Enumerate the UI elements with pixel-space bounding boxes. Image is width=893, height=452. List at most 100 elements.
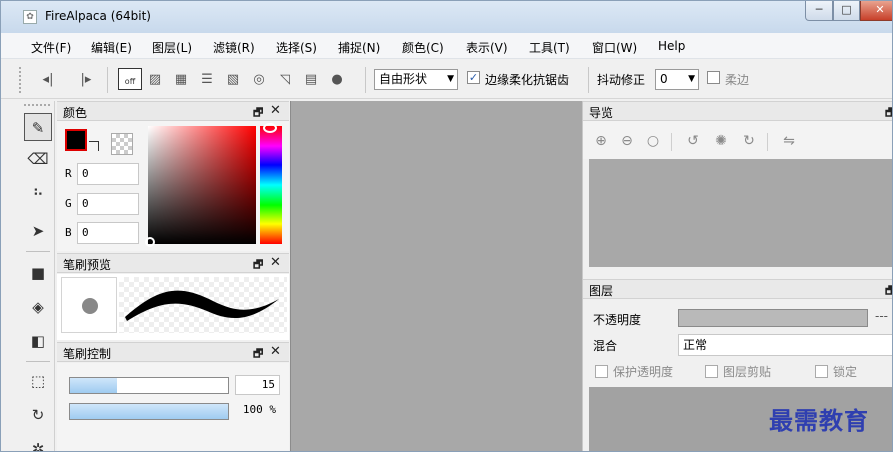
gradient-icon[interactable]: ◧ <box>24 327 52 355</box>
menu-help[interactable]: Help <box>658 39 685 53</box>
flip-horizontal-icon[interactable]: ⇋ <box>779 131 799 151</box>
dot-pen-icon[interactable]: ⠦ <box>24 177 52 205</box>
fill-rect-icon[interactable]: ■ <box>24 259 52 287</box>
app-icon: ✿ <box>23 10 37 24</box>
menu-select[interactable]: 选择(S) <box>276 39 317 56</box>
rotate-right-icon[interactable]: ↻ <box>739 131 759 151</box>
menu-tools[interactable]: 工具(T) <box>529 39 570 56</box>
zoom-out-icon[interactable]: ⊖ <box>617 131 637 151</box>
swap-colors-icon[interactable] <box>89 141 99 151</box>
color-panel-title: 颜色 <box>63 106 88 120</box>
pen-icon[interactable]: ✎ <box>24 113 52 141</box>
tool-palette: ✎ ⌫ ⠦ ➤ ■ ◈ ◧ ⬚ ↻ ✲ <box>20 101 55 451</box>
layer-blend-select[interactable]: 正常 <box>678 334 892 356</box>
protect-alpha-checkbox[interactable] <box>595 365 608 378</box>
navigator-header: 导览 🗗 <box>583 101 892 121</box>
brush-opacity-value: 100 % <box>242 403 276 416</box>
antialias-checkbox[interactable]: ✓ <box>467 71 480 84</box>
menu-filter[interactable]: 滤镜(R) <box>213 39 255 56</box>
minimize-button[interactable]: ─ <box>805 1 833 21</box>
brush-size-slider[interactable] <box>69 377 229 394</box>
brush-preview-header: 笔刷预览 🗗 ✕ <box>57 253 289 273</box>
brush-preview-panel <box>57 274 289 340</box>
saturation-value-picker[interactable] <box>148 126 256 244</box>
menu-layer[interactable]: 图层(L) <box>152 39 192 56</box>
menu-file[interactable]: 文件(F) <box>31 39 71 56</box>
navigator-preview[interactable] <box>589 159 892 267</box>
toolbar: ◂| |▸ off ▨ ▦ ☰ ▧ ◎ ◹ ▤ ● 自由形状 ▼ ✓ 边缘柔化抗… <box>1 59 892 99</box>
rotate-left-icon[interactable]: ↺ <box>683 131 703 151</box>
zoom-fit-icon[interactable]: ○ <box>643 131 663 151</box>
move-icon[interactable]: ➤ <box>24 217 52 245</box>
b-input[interactable]: 0 <box>77 222 139 244</box>
shape-select[interactable]: 自由形状 ▼ <box>374 69 458 90</box>
brush-control-title: 笔刷控制 <box>63 347 112 361</box>
r-input[interactable]: 0 <box>77 163 139 185</box>
stroke-sample-icon <box>125 290 279 321</box>
snap-off-icon[interactable]: off <box>118 68 142 90</box>
menu-bar: 文件(F) 编辑(E) 图层(L) 滤镜(R) 选择(S) 捕捉(N) 颜色(C… <box>1 33 892 59</box>
g-input[interactable]: 0 <box>77 193 139 215</box>
menu-color[interactable]: 颜色(C) <box>402 39 444 56</box>
correction-select[interactable]: 0 ▼ <box>655 69 699 90</box>
clipping-checkbox[interactable] <box>705 365 718 378</box>
lasso-icon[interactable]: ↻ <box>24 401 52 429</box>
perspective-snap-icon[interactable]: ▤ <box>301 70 321 90</box>
close-panel-icon[interactable]: ✕ <box>270 255 281 270</box>
soft-edge-label: 柔边 <box>725 73 750 87</box>
lock-checkbox[interactable] <box>815 365 828 378</box>
hue-marker[interactable] <box>263 123 277 133</box>
magic-wand-icon[interactable]: ✲ <box>24 435 52 451</box>
float-panel-icon[interactable]: 🗗 <box>885 282 892 301</box>
brush-opacity-fill <box>70 404 228 419</box>
next-brush-icon[interactable]: |▸ <box>76 70 96 90</box>
select-icon[interactable]: ⬚ <box>24 367 52 395</box>
concentric-snap-icon[interactable]: ◎ <box>249 70 269 90</box>
correction-label: 抖动修正 <box>597 73 646 87</box>
dot-icon[interactable]: ● <box>327 70 347 90</box>
menu-view[interactable]: 表示(V) <box>466 39 508 56</box>
menu-snap[interactable]: 捕捉(N) <box>338 39 380 56</box>
radial-line-snap-icon[interactable]: ☰ <box>197 70 217 90</box>
bucket-icon[interactable]: ◈ <box>24 293 52 321</box>
curve-snap-icon[interactable]: ◹ <box>275 70 295 90</box>
navigator-title: 导览 <box>589 106 614 120</box>
nav-separator <box>671 133 672 151</box>
b-label: B <box>65 226 72 239</box>
menu-window[interactable]: 窗口(W) <box>592 39 637 56</box>
layer-opacity-value: --- <box>875 309 888 323</box>
menu-edit[interactable]: 编辑(E) <box>91 39 132 56</box>
brush-opacity-slider[interactable] <box>69 403 229 420</box>
soft-edge-checkbox[interactable] <box>707 71 720 84</box>
sv-marker[interactable] <box>145 237 155 247</box>
hue-slider[interactable] <box>260 126 282 244</box>
background-color-swatch[interactable] <box>111 133 133 155</box>
brush-tip-preview <box>61 277 117 333</box>
close-button[interactable]: ✕ <box>860 1 892 21</box>
color-panel-header: 颜色 🗗 ✕ <box>57 101 289 121</box>
window-title: FireAlpaca (64bit) <box>45 9 151 23</box>
foreground-color-swatch[interactable] <box>65 129 87 151</box>
chevron-down-icon: ▼ <box>688 74 695 84</box>
vanishing-snap-icon[interactable]: ▧ <box>223 70 243 90</box>
right-dock: 导览 🗗 ⊕ ⊖ ○ ↺ ✺ ↻ ⇋ 图层 🗗 不透明度 --- 混合 正常 保… <box>582 101 892 451</box>
brush-control-header: 笔刷控制 🗗 ✕ <box>57 342 289 362</box>
grid-snap-icon[interactable]: ▦ <box>171 70 191 90</box>
layer-opacity-slider[interactable] <box>678 309 868 327</box>
brush-size-value[interactable]: 15 <box>235 375 280 395</box>
eraser-icon[interactable]: ⌫ <box>24 145 52 173</box>
float-panel-icon[interactable]: 🗗 <box>253 345 263 364</box>
canvas-area[interactable] <box>290 101 582 451</box>
zoom-in-icon[interactable]: ⊕ <box>591 131 611 151</box>
maximize-button[interactable]: □ <box>833 1 860 21</box>
tool-palette-grip[interactable] <box>24 104 50 106</box>
toolbar-grip[interactable] <box>19 67 22 93</box>
parallel-snap-icon[interactable]: ▨ <box>145 70 165 90</box>
close-panel-icon[interactable]: ✕ <box>270 344 281 359</box>
protect-alpha-label: 保护透明度 <box>613 365 674 379</box>
brush-stroke-preview <box>119 277 287 333</box>
prev-brush-icon[interactable]: ◂| <box>38 70 58 90</box>
rotate-reset-icon[interactable]: ✺ <box>711 131 731 151</box>
close-panel-icon[interactable]: ✕ <box>270 103 281 118</box>
float-panel-icon[interactable]: 🗗 <box>253 256 263 275</box>
